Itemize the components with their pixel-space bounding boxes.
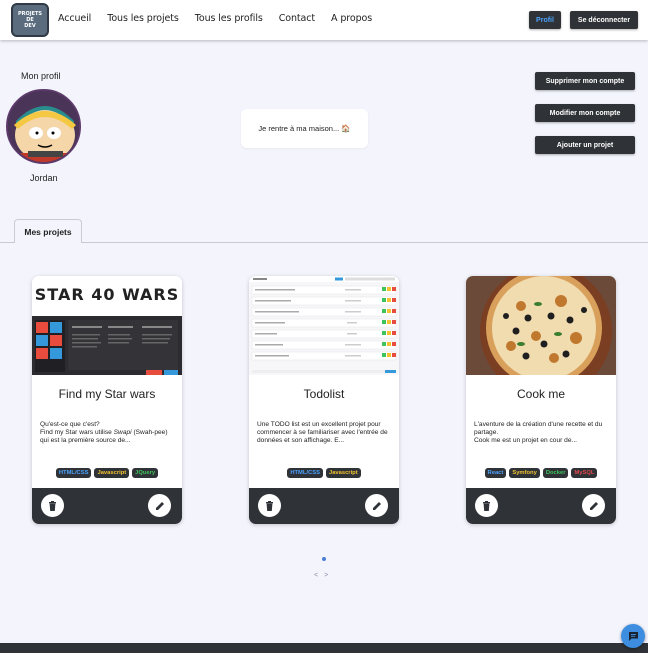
project-description: Une TODO list est un excellent projet po… [257, 421, 388, 444]
edit-account-button[interactable]: Modifier mon compte [535, 104, 635, 122]
edit-project-button[interactable] [148, 494, 171, 517]
card-footer [466, 488, 616, 524]
profile-title: Mon profil [21, 71, 61, 81]
tag-mysql: MySQL [571, 468, 598, 478]
project-card-star-wars[interactable]: STAR 40 WARS Find my Star wars Qu'est-ce… [32, 276, 182, 524]
project-description: L'aventure de la création d'une recette … [474, 421, 603, 444]
avatar [6, 89, 81, 164]
project-card-todolist[interactable]: Todolist Une TODO list est un excellent … [249, 276, 399, 524]
delete-project-button[interactable] [41, 494, 64, 517]
logout-button[interactable]: Se déconnecter [570, 11, 638, 29]
logo-line-3: DEV [24, 23, 36, 29]
project-image: STAR 40 WARS [32, 276, 182, 375]
project-image [466, 276, 616, 375]
project-description-line: Qu'est-ce que c'est? [40, 421, 100, 428]
delete-project-button[interactable] [258, 494, 281, 517]
pencil-icon [155, 501, 164, 510]
status-bubble: Je rentre à ma maison... 🏠 [241, 109, 368, 148]
tag-symfony: Symfony [509, 468, 540, 478]
trash-icon [266, 500, 273, 511]
tag-jquery: JQuery [132, 468, 159, 478]
edit-project-button[interactable] [365, 494, 388, 517]
nav-links: Accueil Tous les projets Tous les profil… [58, 13, 388, 24]
project-title: Cook me [516, 387, 566, 401]
tag-html-css: HTML/CSS [287, 468, 323, 478]
project-title: Todolist [303, 387, 345, 401]
edit-project-button[interactable] [582, 494, 605, 517]
tag-html-css: HTML/CSS [55, 468, 92, 478]
project-card-cook-me[interactable]: Cook me L'aventure de la création d'une … [466, 276, 616, 524]
tag-javascript: Javascript [94, 468, 130, 478]
tag-react: React [484, 468, 507, 478]
project-description-line: Find my Star wars utilise Swapi (Swah-pe… [40, 429, 168, 444]
add-project-button[interactable]: Ajouter un projet [535, 136, 635, 154]
pencil-icon [372, 501, 381, 510]
delete-project-button[interactable] [475, 494, 498, 517]
tag-list: HTML/CSS Javascript JQuery [32, 468, 182, 478]
navbar: PROJETS DE DEV Accueil Tous les projets … [0, 0, 648, 40]
svg-text:STAR 40 WARS: STAR 40 WARS [35, 285, 179, 304]
prev-arrow[interactable]: < [314, 572, 324, 579]
project-description: Qu'est-ce que c'est? Find my Star wars u… [40, 421, 176, 445]
chat-icon [628, 631, 638, 641]
card-footer [249, 488, 399, 524]
project-image [249, 276, 399, 375]
tag-list: React Symfony Docker MySQL [466, 468, 616, 478]
trash-icon [483, 500, 490, 511]
nav-link-tous-les-projets[interactable]: Tous les projets [107, 13, 179, 24]
project-title: Find my Star wars [58, 387, 156, 401]
pencil-icon [589, 501, 598, 510]
tag-javascript: Javascript [325, 468, 361, 478]
profil-button[interactable]: Profil [529, 11, 561, 29]
trash-icon [49, 500, 56, 511]
delete-account-button[interactable]: Supprimer mon compte [535, 72, 635, 90]
tab-mes-projets[interactable]: Mes projets [14, 219, 82, 243]
pagination-arrows: <> [314, 572, 334, 579]
next-arrow[interactable]: > [324, 572, 334, 579]
nav-link-a-propos[interactable]: A propos [331, 13, 372, 24]
card-footer [32, 488, 182, 524]
tag-docker: Docker [542, 468, 569, 478]
profile-name: Jordan [30, 173, 58, 183]
nav-link-contact[interactable]: Contact [279, 13, 315, 24]
nav-link-accueil[interactable]: Accueil [58, 13, 91, 24]
tag-list: HTML/CSS Javascript [249, 468, 399, 478]
site-logo[interactable]: PROJETS DE DEV [11, 3, 49, 37]
nav-link-tous-les-profils[interactable]: Tous les profils [195, 13, 263, 24]
pagination-dot[interactable] [322, 557, 326, 561]
footer [0, 643, 648, 653]
chat-button[interactable] [621, 624, 645, 648]
tab-divider [0, 242, 648, 243]
